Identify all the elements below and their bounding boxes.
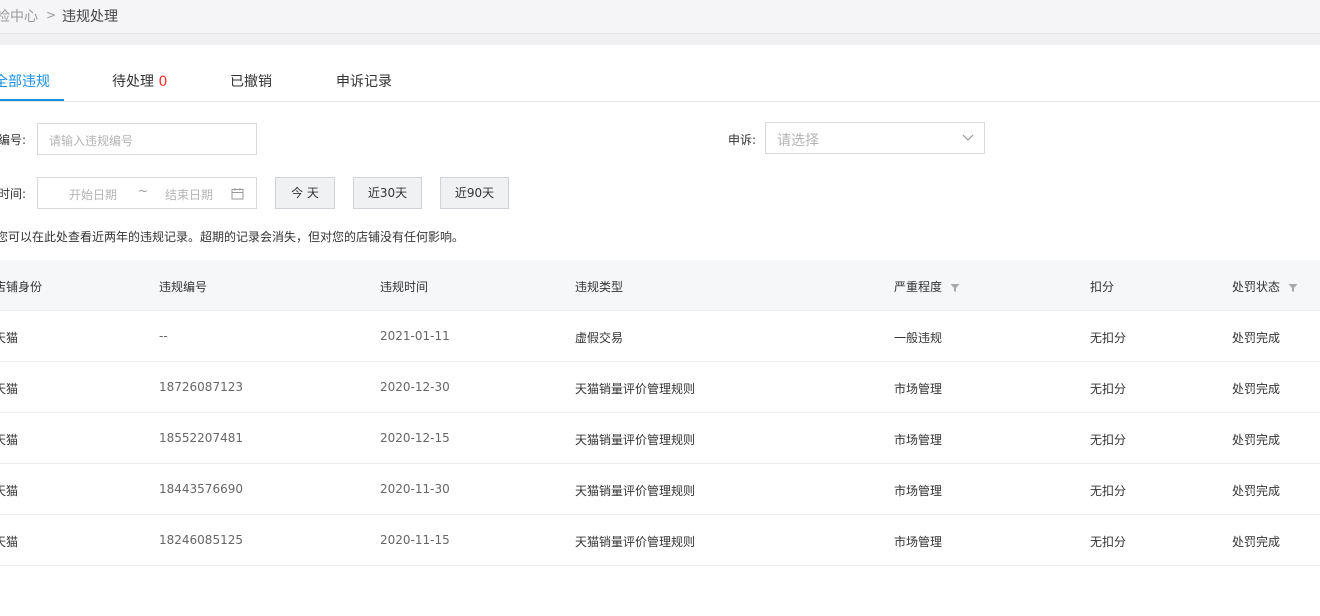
breadcrumb-current: 违规处理 [62, 9, 118, 25]
column-header-severity[interactable]: 严重程度 [894, 278, 960, 295]
appeal-filter-label-text: 申诉 [728, 133, 753, 147]
calendar-icon [231, 188, 244, 200]
tab-pending[interactable]: 待处理 0 [112, 71, 167, 91]
cell-violation-type: 天猫销量评价管理规则 [575, 535, 696, 549]
filter-icon[interactable] [1288, 283, 1298, 293]
cell-severity: 市场管理 [894, 433, 943, 447]
column-header-penalty-status-label: 处罚状态 [1232, 280, 1281, 294]
violation-number-input[interactable]: 请输入违规编号 [37, 123, 257, 155]
cell-penalty-status: 处罚完成 [1232, 433, 1281, 447]
cell-violation-number: 18726087123 [159, 380, 243, 394]
header-divider-band [0, 34, 1320, 45]
appeal-filter-label: 申诉: [728, 133, 757, 147]
cell-severity: 市场管理 [894, 484, 943, 498]
row-divider [0, 565, 1320, 566]
cell-violation-time: 2020-12-15 [380, 431, 450, 445]
cell-severity: 市场管理 [894, 382, 943, 396]
cell-violation-number: 18443576690 [159, 482, 243, 496]
number-filter-label: 编号: [0, 133, 27, 147]
last-30-days-button[interactable]: 近30天 [353, 177, 422, 209]
cell-violation-time: 2020-12-30 [380, 380, 450, 394]
row-divider [0, 412, 1320, 413]
date-range-picker[interactable]: 开始日期 ~ 结束日期 [37, 177, 257, 209]
cell-penalty-status: 处罚完成 [1232, 535, 1281, 549]
cell-shop-identity: 天猫 [0, 535, 19, 549]
cell-deduction: 无扣分 [1090, 382, 1127, 396]
cell-violation-time: 2020-11-30 [380, 482, 450, 496]
cell-violation-type: 天猫销量评价管理规则 [575, 484, 696, 498]
column-header-shop-identity: 店铺身份 [0, 280, 43, 294]
cell-violation-time: 2020-11-15 [380, 533, 450, 547]
cell-penalty-status: 处罚完成 [1232, 331, 1281, 345]
number-filter-label-text: 编号 [0, 133, 23, 147]
cell-deduction: 无扣分 [1090, 484, 1127, 498]
tab-appeal-records[interactable]: 申诉记录 [336, 71, 392, 91]
cell-violation-number: 18246085125 [159, 533, 243, 547]
violation-number-placeholder: 请输入违规编号 [49, 134, 134, 148]
last-90-days-button[interactable]: 近90天 [440, 177, 509, 209]
start-date-placeholder[interactable]: 开始日期 [69, 186, 117, 203]
tabs-divider [0, 101, 1320, 102]
cell-violation-number: -- [159, 329, 168, 343]
tab-revoked[interactable]: 已撤销 [230, 71, 272, 91]
column-header-violation-time: 违规时间 [380, 280, 429, 294]
pending-count-badge: 0 [158, 74, 168, 90]
cell-violation-type: 天猫销量评价管理规则 [575, 382, 696, 396]
breadcrumb-bar [0, 0, 1320, 34]
column-header-violation-number: 违规编号 [159, 280, 208, 294]
row-divider [0, 463, 1320, 464]
cell-violation-number: 18552207481 [159, 431, 243, 445]
cell-violation-time: 2021-01-11 [380, 329, 450, 343]
end-date-placeholder[interactable]: 结束日期 [165, 186, 213, 203]
cell-deduction: 无扣分 [1090, 331, 1127, 345]
column-header-penalty-status[interactable]: 处罚状态 [1232, 278, 1298, 295]
breadcrumb-parent-link[interactable]: 检中心 [0, 6, 38, 26]
cell-penalty-status: 处罚完成 [1232, 382, 1281, 396]
today-button[interactable]: 今 天 [275, 177, 335, 209]
cell-shop-identity: 天猫 [0, 331, 19, 345]
date-range-separator: ~ [138, 184, 149, 198]
chevron-down-icon [962, 134, 974, 141]
cell-severity: 市场管理 [894, 535, 943, 549]
tab-pending-label: 待处理 [112, 74, 154, 90]
cell-severity: 一般违规 [894, 331, 943, 345]
cell-shop-identity: 天猫 [0, 484, 19, 498]
time-filter-label: 时间: [0, 187, 27, 201]
cell-shop-identity: 天猫 [0, 382, 19, 396]
cell-deduction: 无扣分 [1090, 535, 1127, 549]
column-header-deduction: 扣分 [1090, 280, 1115, 294]
breadcrumb-separator: > [46, 8, 57, 22]
column-header-violation-type: 违规类型 [575, 280, 624, 294]
cell-penalty-status: 处罚完成 [1232, 484, 1281, 498]
records-hint-text: 您可以在此处查看近两年的违规记录。超期的记录会消失，但对您的店铺没有任何影响。 [0, 230, 465, 244]
row-divider [0, 514, 1320, 515]
filter-icon[interactable] [950, 283, 960, 293]
tab-all-violations[interactable]: 全部违规 [0, 71, 50, 91]
cell-shop-identity: 天猫 [0, 433, 19, 447]
cell-violation-type: 虚假交易 [575, 331, 624, 345]
appeal-select-placeholder: 请选择 [777, 133, 819, 149]
column-header-severity-label: 严重程度 [894, 280, 943, 294]
row-divider [0, 361, 1320, 362]
appeal-select[interactable]: 请选择 [765, 122, 985, 154]
cell-deduction: 无扣分 [1090, 433, 1127, 447]
cell-violation-type: 天猫销量评价管理规则 [575, 433, 696, 447]
time-filter-label-text: 时间 [0, 187, 23, 201]
